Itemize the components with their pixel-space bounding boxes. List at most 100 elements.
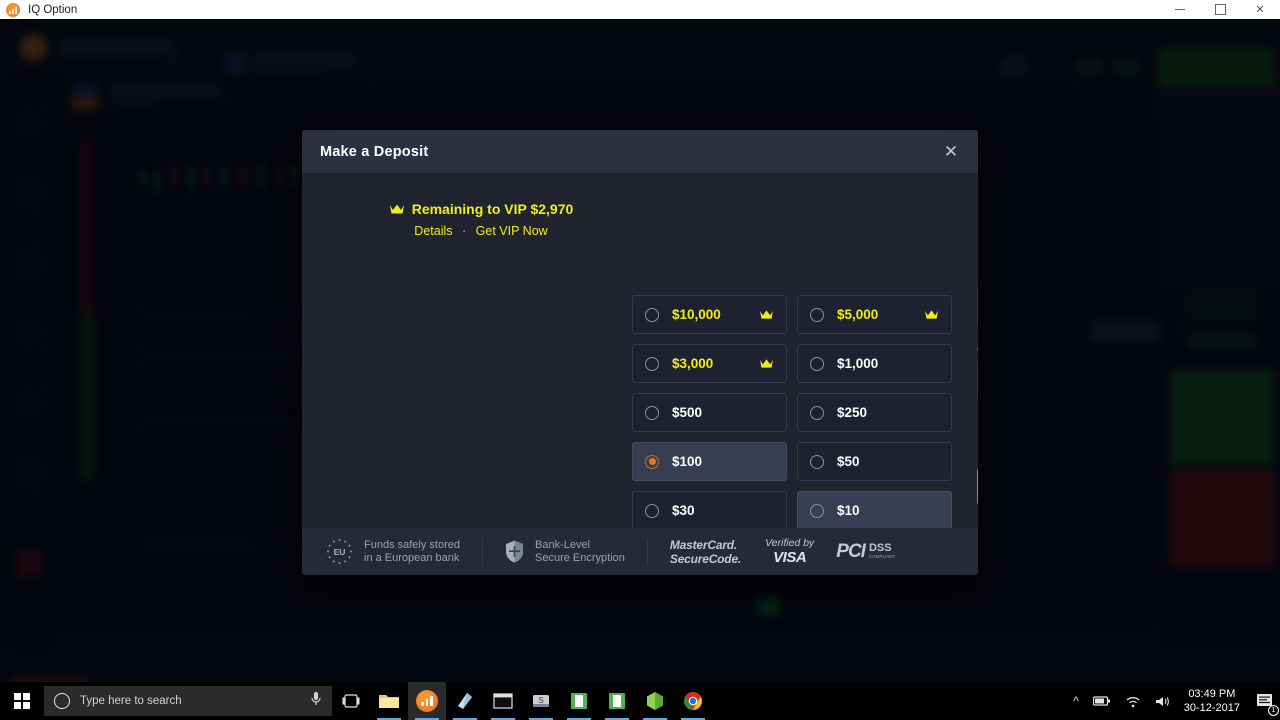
amount-option-5000[interactable]: $5,000 bbox=[797, 295, 952, 334]
payment-method-select[interactable]: VISA Visa / MasterCard ▼ bbox=[977, 285, 978, 325]
amount-option-10000[interactable]: $10,000 bbox=[632, 295, 787, 334]
taskbar-clock[interactable]: 03:49 PM 30-12-2017 bbox=[1178, 687, 1250, 715]
eu-label: EU bbox=[333, 546, 346, 557]
footer-divider bbox=[482, 538, 483, 565]
modal-body: Remaining to VIP $2,970 Details · Get VI… bbox=[302, 173, 978, 530]
footer-eu-line2: in a European bank bbox=[364, 551, 460, 564]
payment-column: Payment method VISA Visa / MasterCard ▼ … bbox=[977, 265, 978, 505]
screen: IQ Option ✕ Make a Deposit ✕ Remaining t… bbox=[0, 0, 1280, 720]
task-view-icon[interactable] bbox=[332, 682, 370, 720]
amount-option-label: $50 bbox=[837, 454, 860, 469]
radio-icon bbox=[645, 356, 659, 371]
start-button[interactable] bbox=[0, 682, 44, 720]
radio-icon-selected bbox=[645, 454, 659, 469]
speaker-icon[interactable] bbox=[1148, 695, 1178, 708]
footer-security-line1: Bank-Level bbox=[535, 538, 591, 551]
amount-option-label: $10,000 bbox=[672, 307, 721, 322]
windows-logo-icon bbox=[14, 693, 30, 709]
crown-icon bbox=[925, 310, 938, 319]
minimize-button[interactable] bbox=[1160, 0, 1200, 20]
modal-footer: EU Funds safely stored in a European ban… bbox=[302, 528, 978, 575]
footer-mastercard-securecode: MasterCard. SecureCode. bbox=[670, 538, 741, 566]
modal-title: Make a Deposit bbox=[320, 143, 429, 160]
eu-stars-icon: EU bbox=[326, 538, 353, 565]
radio-icon bbox=[810, 405, 824, 420]
amount-option-label: $3,000 bbox=[672, 356, 714, 371]
taskbar-app-snipping-tool[interactable]: S bbox=[522, 682, 560, 720]
radio-icon bbox=[810, 356, 824, 371]
amount-option-label: $1,000 bbox=[837, 356, 879, 371]
amount-option-50[interactable]: $50 bbox=[797, 442, 952, 481]
amount-label: Amount bbox=[977, 339, 978, 353]
taskbar-app-chrome[interactable] bbox=[674, 682, 712, 720]
proceed-to-payment-button[interactable]: Proceed to Payment bbox=[977, 468, 978, 505]
amount-option-30[interactable]: $30 bbox=[632, 491, 787, 530]
crown-icon bbox=[760, 359, 773, 368]
chart-bars-icon bbox=[416, 690, 438, 712]
shield-icon bbox=[506, 540, 523, 563]
vbv-line2: VISA bbox=[773, 549, 807, 566]
vip-banner: Remaining to VIP $2,970 Details · Get VI… bbox=[316, 173, 646, 238]
close-icon[interactable]: ✕ bbox=[940, 141, 962, 163]
footer-security-line2: Secure Encryption bbox=[535, 551, 625, 564]
mastercard-line1: MasterCard. bbox=[669, 537, 738, 552]
taskbar-app-store[interactable] bbox=[446, 682, 484, 720]
modal-header: Make a Deposit ✕ bbox=[302, 130, 978, 173]
chart-bars-icon bbox=[6, 2, 20, 17]
vip-getvip-link[interactable]: Get VIP Now bbox=[476, 224, 548, 238]
vbv-line1: Verified by bbox=[765, 537, 815, 549]
vip-details-link[interactable]: Details bbox=[414, 224, 452, 238]
window-title-bar: IQ Option ✕ bbox=[0, 0, 1280, 20]
clock-time: 03:49 PM bbox=[1188, 688, 1236, 700]
window-controls: ✕ bbox=[1160, 0, 1280, 20]
cortana-circle-icon bbox=[54, 693, 70, 709]
action-center-icon[interactable]: 1 bbox=[1250, 682, 1280, 720]
amount-option-3000[interactable]: $3,000 bbox=[632, 344, 787, 383]
vip-link-separator: · bbox=[462, 224, 467, 238]
radio-icon bbox=[810, 307, 824, 322]
amount-option-label: $250 bbox=[837, 405, 868, 420]
maximize-button[interactable] bbox=[1200, 0, 1240, 20]
windows-taskbar: Type here to search S ^ 03:49 PM 30-12-2… bbox=[0, 682, 1280, 720]
amount-option-10[interactable]: $10 bbox=[797, 491, 952, 530]
amount-option-label: $500 bbox=[672, 405, 703, 420]
amount-option-100[interactable]: $100 bbox=[632, 442, 787, 481]
taskbar-app-iq-option[interactable] bbox=[408, 682, 446, 720]
amount-option-1000[interactable]: $1,000 bbox=[797, 344, 952, 383]
footer-eu-line1: Funds safely stored bbox=[364, 538, 460, 551]
vip-remaining: Remaining to VIP $2,970 bbox=[316, 201, 646, 217]
radio-icon bbox=[645, 307, 659, 322]
window-title: IQ Option bbox=[28, 3, 78, 16]
amount-input[interactable]: $ 100 bbox=[977, 359, 978, 399]
amount-option-label: $5,000 bbox=[837, 307, 879, 322]
battery-icon[interactable] bbox=[1086, 695, 1118, 707]
amount-option-500[interactable]: $500 bbox=[632, 393, 787, 432]
search-input[interactable]: Type here to search bbox=[44, 686, 332, 716]
radio-icon bbox=[810, 454, 824, 469]
close-button[interactable]: ✕ bbox=[1240, 0, 1280, 20]
chevron-up-icon[interactable]: ^ bbox=[1066, 694, 1086, 708]
mastercard-line2: SecureCode. bbox=[669, 551, 742, 566]
system-tray: ^ 03:49 PM 30-12-2017 1 bbox=[1066, 682, 1280, 720]
deposit-amount-options: $10,000 $5,000 $3,000 $1,000 $500 $250 $… bbox=[632, 295, 952, 530]
footer-security-badge: Bank-Level Secure Encryption bbox=[505, 539, 625, 565]
pci-dss: DSS bbox=[868, 542, 892, 554]
wifi-icon[interactable] bbox=[1118, 695, 1148, 708]
microphone-icon[interactable] bbox=[310, 691, 322, 712]
amount-option-250[interactable]: $250 bbox=[797, 393, 952, 432]
vip-links: Details · Get VIP Now bbox=[316, 224, 646, 238]
pci-badge: PCI bbox=[836, 540, 866, 562]
radio-icon bbox=[645, 405, 659, 420]
taskbar-app-command-prompt[interactable] bbox=[484, 682, 522, 720]
amount-option-label: $10 bbox=[837, 503, 860, 518]
taskbar-app-green-2[interactable] bbox=[598, 682, 636, 720]
taskbar-app-hex[interactable] bbox=[636, 682, 674, 720]
amount-option-label: $100 bbox=[672, 454, 703, 469]
footer-verified-by-visa: Verified by VISA bbox=[765, 537, 814, 566]
radio-icon bbox=[645, 503, 659, 518]
taskbar-app-green-1[interactable] bbox=[560, 682, 598, 720]
taskbar-app-file-explorer[interactable] bbox=[370, 682, 408, 720]
crown-icon bbox=[389, 204, 404, 214]
you-get-label: You get bbox=[977, 415, 978, 430]
deposit-modal: Make a Deposit ✕ Remaining to VIP $2,970… bbox=[302, 130, 978, 575]
